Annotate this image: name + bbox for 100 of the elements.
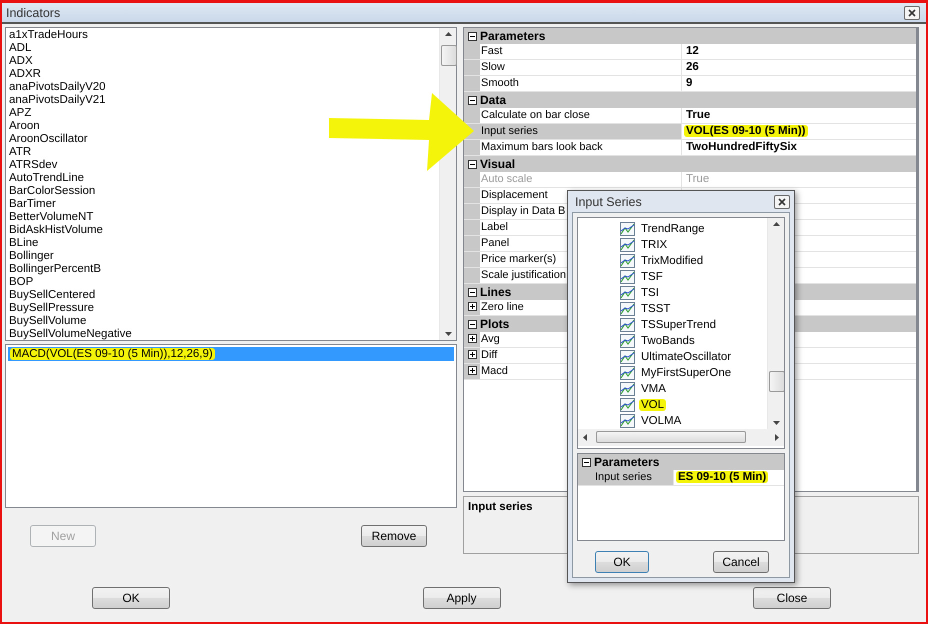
ok-button[interactable]: OK: [92, 587, 170, 609]
tree-item[interactable]: VMA: [639, 383, 668, 395]
scroll-up-icon[interactable]: [444, 31, 452, 38]
close-icon: [778, 198, 786, 206]
list-item[interactable]: BarTimer: [9, 198, 56, 211]
tree-item[interactable]: TSI: [639, 287, 661, 299]
scroll-thumb[interactable]: [441, 45, 457, 66]
list-item[interactable]: anaPivotsDailyV20: [9, 81, 106, 94]
category-header[interactable]: Plots: [480, 317, 510, 331]
close-icon: [908, 8, 916, 16]
expand-icon[interactable]: [468, 350, 476, 358]
chart-icon: [620, 398, 635, 412]
chart-icon: [620, 318, 635, 332]
property-value[interactable]: TwoHundredFiftySix: [682, 140, 916, 155]
property-value[interactable]: 9: [682, 76, 916, 91]
scrollbar[interactable]: [767, 218, 784, 429]
collapse-icon[interactable]: [582, 458, 590, 466]
property-name: Fast: [480, 44, 682, 59]
property-name: Auto scale: [480, 172, 682, 187]
grid-gutter: [464, 204, 480, 219]
tree-item[interactable]: VOLMA: [639, 415, 684, 427]
list-item[interactable]: BLine: [9, 237, 38, 250]
list-item[interactable]: anaPivotsDailyV21: [9, 94, 106, 107]
expand-icon[interactable]: [468, 334, 476, 342]
property-name: Calculate on bar close: [480, 108, 682, 123]
list-item[interactable]: a1xTradeHours: [9, 29, 88, 42]
chart-icon: [620, 286, 635, 300]
list-item[interactable]: ADXR: [9, 68, 41, 81]
collapse-icon[interactable]: [468, 32, 476, 40]
grid-gutter: [464, 188, 480, 203]
collapse-icon[interactable]: [468, 288, 476, 296]
list-item[interactable]: BarColorSession: [9, 185, 96, 198]
list-item[interactable]: BuySellVolumeNegative: [9, 328, 132, 341]
window-title: Indicators: [6, 6, 60, 20]
expand-icon[interactable]: [468, 302, 476, 310]
category-header[interactable]: Visual: [480, 157, 516, 171]
list-item[interactable]: BetterVolumeNT: [9, 211, 94, 224]
chart-icon: [620, 414, 635, 428]
close-button[interactable]: Close: [753, 587, 831, 609]
list-item[interactable]: Bollinger: [9, 250, 54, 263]
tree-item[interactable]: TRIX: [639, 239, 670, 251]
property-name: Input series: [594, 470, 674, 485]
list-item[interactable]: BollingerPercentB: [9, 263, 102, 276]
category-header[interactable]: Data: [480, 93, 506, 107]
close-button[interactable]: [904, 6, 920, 20]
property-value[interactable]: VOL(ES 09-10 (5 Min)): [682, 124, 916, 139]
list-item[interactable]: AutoTrendLine: [9, 172, 84, 185]
property-value[interactable]: 12: [682, 44, 916, 59]
list-item[interactable]: ATRSdev: [9, 159, 58, 172]
tree-item[interactable]: TSST: [639, 303, 672, 315]
remove-button[interactable]: Remove: [361, 525, 427, 547]
list-item[interactable]: BidAskHistVolume: [9, 224, 103, 237]
close-button[interactable]: [774, 194, 790, 208]
apply-button[interactable]: Apply: [422, 587, 500, 609]
list-item[interactable]: MACD(VOL(ES 09-10 (5 Min)),12,26,9): [8, 347, 454, 361]
list-item[interactable]: ADL: [9, 42, 32, 55]
grid-gutter: [464, 252, 480, 267]
category-header[interactable]: Parameters: [480, 29, 546, 43]
scrollbar[interactable]: [578, 429, 784, 446]
property-value[interactable]: True: [682, 108, 916, 123]
scroll-thumb[interactable]: [769, 371, 784, 392]
grid-gutter: [464, 220, 480, 235]
description-title: Input series: [468, 501, 533, 513]
chart-icon: [620, 366, 635, 380]
chart-icon: [620, 350, 635, 364]
list-item[interactable]: BuySellVolume: [9, 315, 86, 328]
collapse-icon[interactable]: [468, 96, 476, 104]
scroll-right-icon[interactable]: [773, 434, 780, 441]
expand-icon[interactable]: [468, 366, 476, 374]
chart-icon: [620, 222, 635, 236]
scroll-thumb[interactable]: [596, 431, 746, 443]
property-name: Maximum bars look back: [480, 140, 682, 155]
chart-icon: [620, 270, 635, 284]
list-item[interactable]: AroonOscillator: [9, 133, 88, 146]
chart-icon: [620, 254, 635, 268]
tree-item[interactable]: TSSuperTrend: [639, 319, 718, 331]
scroll-up-icon[interactable]: [772, 221, 780, 228]
chart-icon: [620, 334, 635, 348]
collapse-icon[interactable]: [468, 160, 476, 168]
tree-item[interactable]: VOL: [639, 399, 666, 411]
list-item[interactable]: ADX: [9, 55, 33, 68]
list-item[interactable]: BuySellPressure: [9, 302, 94, 315]
chart-icon: [620, 302, 635, 316]
tree-item[interactable]: TSF: [639, 271, 665, 283]
scroll-left-icon[interactable]: [582, 434, 589, 441]
ok-button[interactable]: OK: [595, 551, 649, 573]
list-item[interactable]: Aroon: [9, 120, 40, 133]
list-item[interactable]: APZ: [9, 107, 32, 120]
list-item[interactable]: BuySellCentered: [9, 289, 96, 302]
collapse-icon[interactable]: [468, 320, 476, 328]
list-item[interactable]: ATR: [9, 146, 32, 159]
category-header[interactable]: Lines: [480, 285, 512, 299]
property-value[interactable]: 26: [682, 60, 916, 75]
scroll-down-icon[interactable]: [444, 330, 452, 337]
cancel-button[interactable]: Cancel: [713, 551, 769, 573]
property-name: Smooth: [480, 76, 682, 91]
list-item[interactable]: BOP: [9, 276, 34, 289]
property-name: Slow: [480, 60, 682, 75]
scroll-down-icon[interactable]: [772, 419, 780, 426]
chart-icon: [620, 238, 635, 252]
